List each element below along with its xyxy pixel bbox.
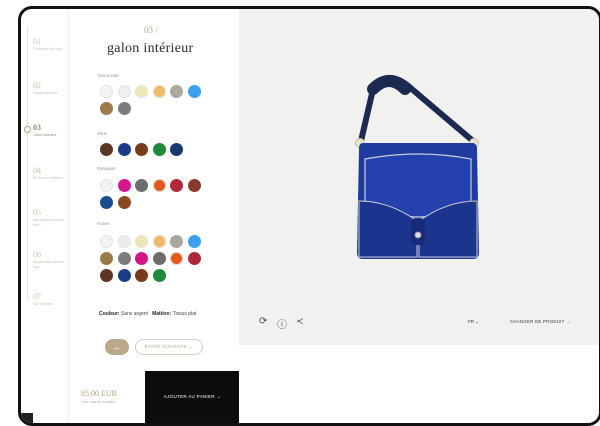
color-swatch[interactable] xyxy=(117,143,131,156)
color-swatch[interactable] xyxy=(100,235,113,248)
steps-sidebar: 01 Cabochon de logo 02 Galon extérieur 0… xyxy=(21,9,69,423)
selection-summary: Couleur: Sans argent Matière: Tissus pla… xyxy=(99,311,197,317)
color-swatch[interactable] xyxy=(100,85,113,98)
color-swatch[interactable] xyxy=(187,252,201,265)
price-note: Hors frais de livraison xyxy=(81,400,116,404)
share-icon[interactable]: ≺ xyxy=(296,316,304,327)
add-to-cart-button[interactable]: AJOUTER AU PANIER → xyxy=(145,371,240,423)
price: 85,00 EUR xyxy=(81,389,117,398)
price-box: 85,00 EUR Hors frais de livraison xyxy=(69,371,149,423)
language-selector[interactable]: FR ⌄ xyxy=(468,319,479,325)
color-swatch[interactable] xyxy=(100,143,113,156)
group-label-tissus-plat: Tissus plat xyxy=(97,73,119,78)
color-swatch[interactable] xyxy=(100,269,113,282)
color-swatch[interactable] xyxy=(152,252,166,265)
color-swatch[interactable] xyxy=(117,85,131,98)
color-swatch[interactable] xyxy=(170,252,183,265)
color-swatch[interactable] xyxy=(135,252,148,265)
color-swatch[interactable] xyxy=(117,102,131,115)
color-swatch[interactable] xyxy=(170,143,183,156)
previous-step-button[interactable]: ← xyxy=(105,339,129,355)
color-swatch[interactable] xyxy=(117,179,131,192)
color-swatch[interactable] xyxy=(100,252,113,265)
app-frame: 01 Cabochon de logo 02 Galon extérieur 0… xyxy=(18,6,600,426)
color-swatch[interactable] xyxy=(187,235,201,248)
color-swatch[interactable] xyxy=(152,269,166,282)
panel-step-number: 03 / xyxy=(144,25,158,35)
group-label-verni: Verni xyxy=(97,131,108,136)
color-swatch[interactable] xyxy=(170,235,183,248)
color-swatch[interactable] xyxy=(135,269,148,282)
color-swatch[interactable] xyxy=(152,179,166,192)
color-swatch[interactable] xyxy=(135,85,148,98)
steps-progress-line xyxy=(27,27,28,299)
color-swatch[interactable] xyxy=(100,196,113,209)
color-swatch[interactable] xyxy=(170,179,183,192)
color-swatch[interactable] xyxy=(117,269,131,282)
next-step-button[interactable]: ÉTAPE SUIVANTE → xyxy=(135,339,203,355)
step-6[interactable]: 06 Bandoulière double logo xyxy=(33,250,67,269)
options-panel: 03 / galon intérieur Tissus plat Verni P… xyxy=(69,9,239,369)
product-preview: ⟳ ⓘ ≺ xyxy=(239,9,599,345)
color-swatch[interactable] xyxy=(117,252,131,265)
color-swatch[interactable] xyxy=(152,235,166,248)
color-swatch[interactable] xyxy=(152,143,166,156)
bag-image xyxy=(355,75,479,259)
step-2[interactable]: 02 Galon extérieur xyxy=(33,81,67,96)
panel-title: galon intérieur xyxy=(107,41,194,56)
group-label-fusee: Fusee xyxy=(97,221,110,226)
change-product-link[interactable]: CHANGER DE PRODUIT → xyxy=(510,319,571,324)
color-swatch[interactable] xyxy=(135,179,148,192)
step-4[interactable]: 04 Bi-Galons Intérieur xyxy=(33,166,67,181)
color-swatch[interactable] xyxy=(100,179,113,192)
step-7[interactable]: 07 Sac Intérieur xyxy=(33,292,67,307)
color-swatch[interactable] xyxy=(135,235,148,248)
color-swatch[interactable] xyxy=(100,102,113,115)
color-swatch[interactable] xyxy=(117,196,131,209)
color-swatch[interactable] xyxy=(117,235,131,248)
color-swatch[interactable] xyxy=(152,85,166,98)
corner-marker xyxy=(21,413,33,423)
color-swatch[interactable] xyxy=(187,85,201,98)
rotate-icon[interactable]: ⟳ xyxy=(259,316,267,327)
color-swatch[interactable] xyxy=(135,143,148,156)
step-5[interactable]: 05 Bandoulière double bois xyxy=(33,208,67,227)
color-swatch[interactable] xyxy=(187,179,201,192)
info-icon[interactable]: ⓘ xyxy=(277,316,287,331)
active-step-indicator xyxy=(24,126,31,133)
step-3-active[interactable]: 03 Galon intérieur xyxy=(33,123,67,138)
color-swatch[interactable] xyxy=(170,85,183,98)
group-label-paraquet: Paraquet xyxy=(97,166,116,171)
step-1[interactable]: 01 Cabochon de logo xyxy=(33,37,67,52)
